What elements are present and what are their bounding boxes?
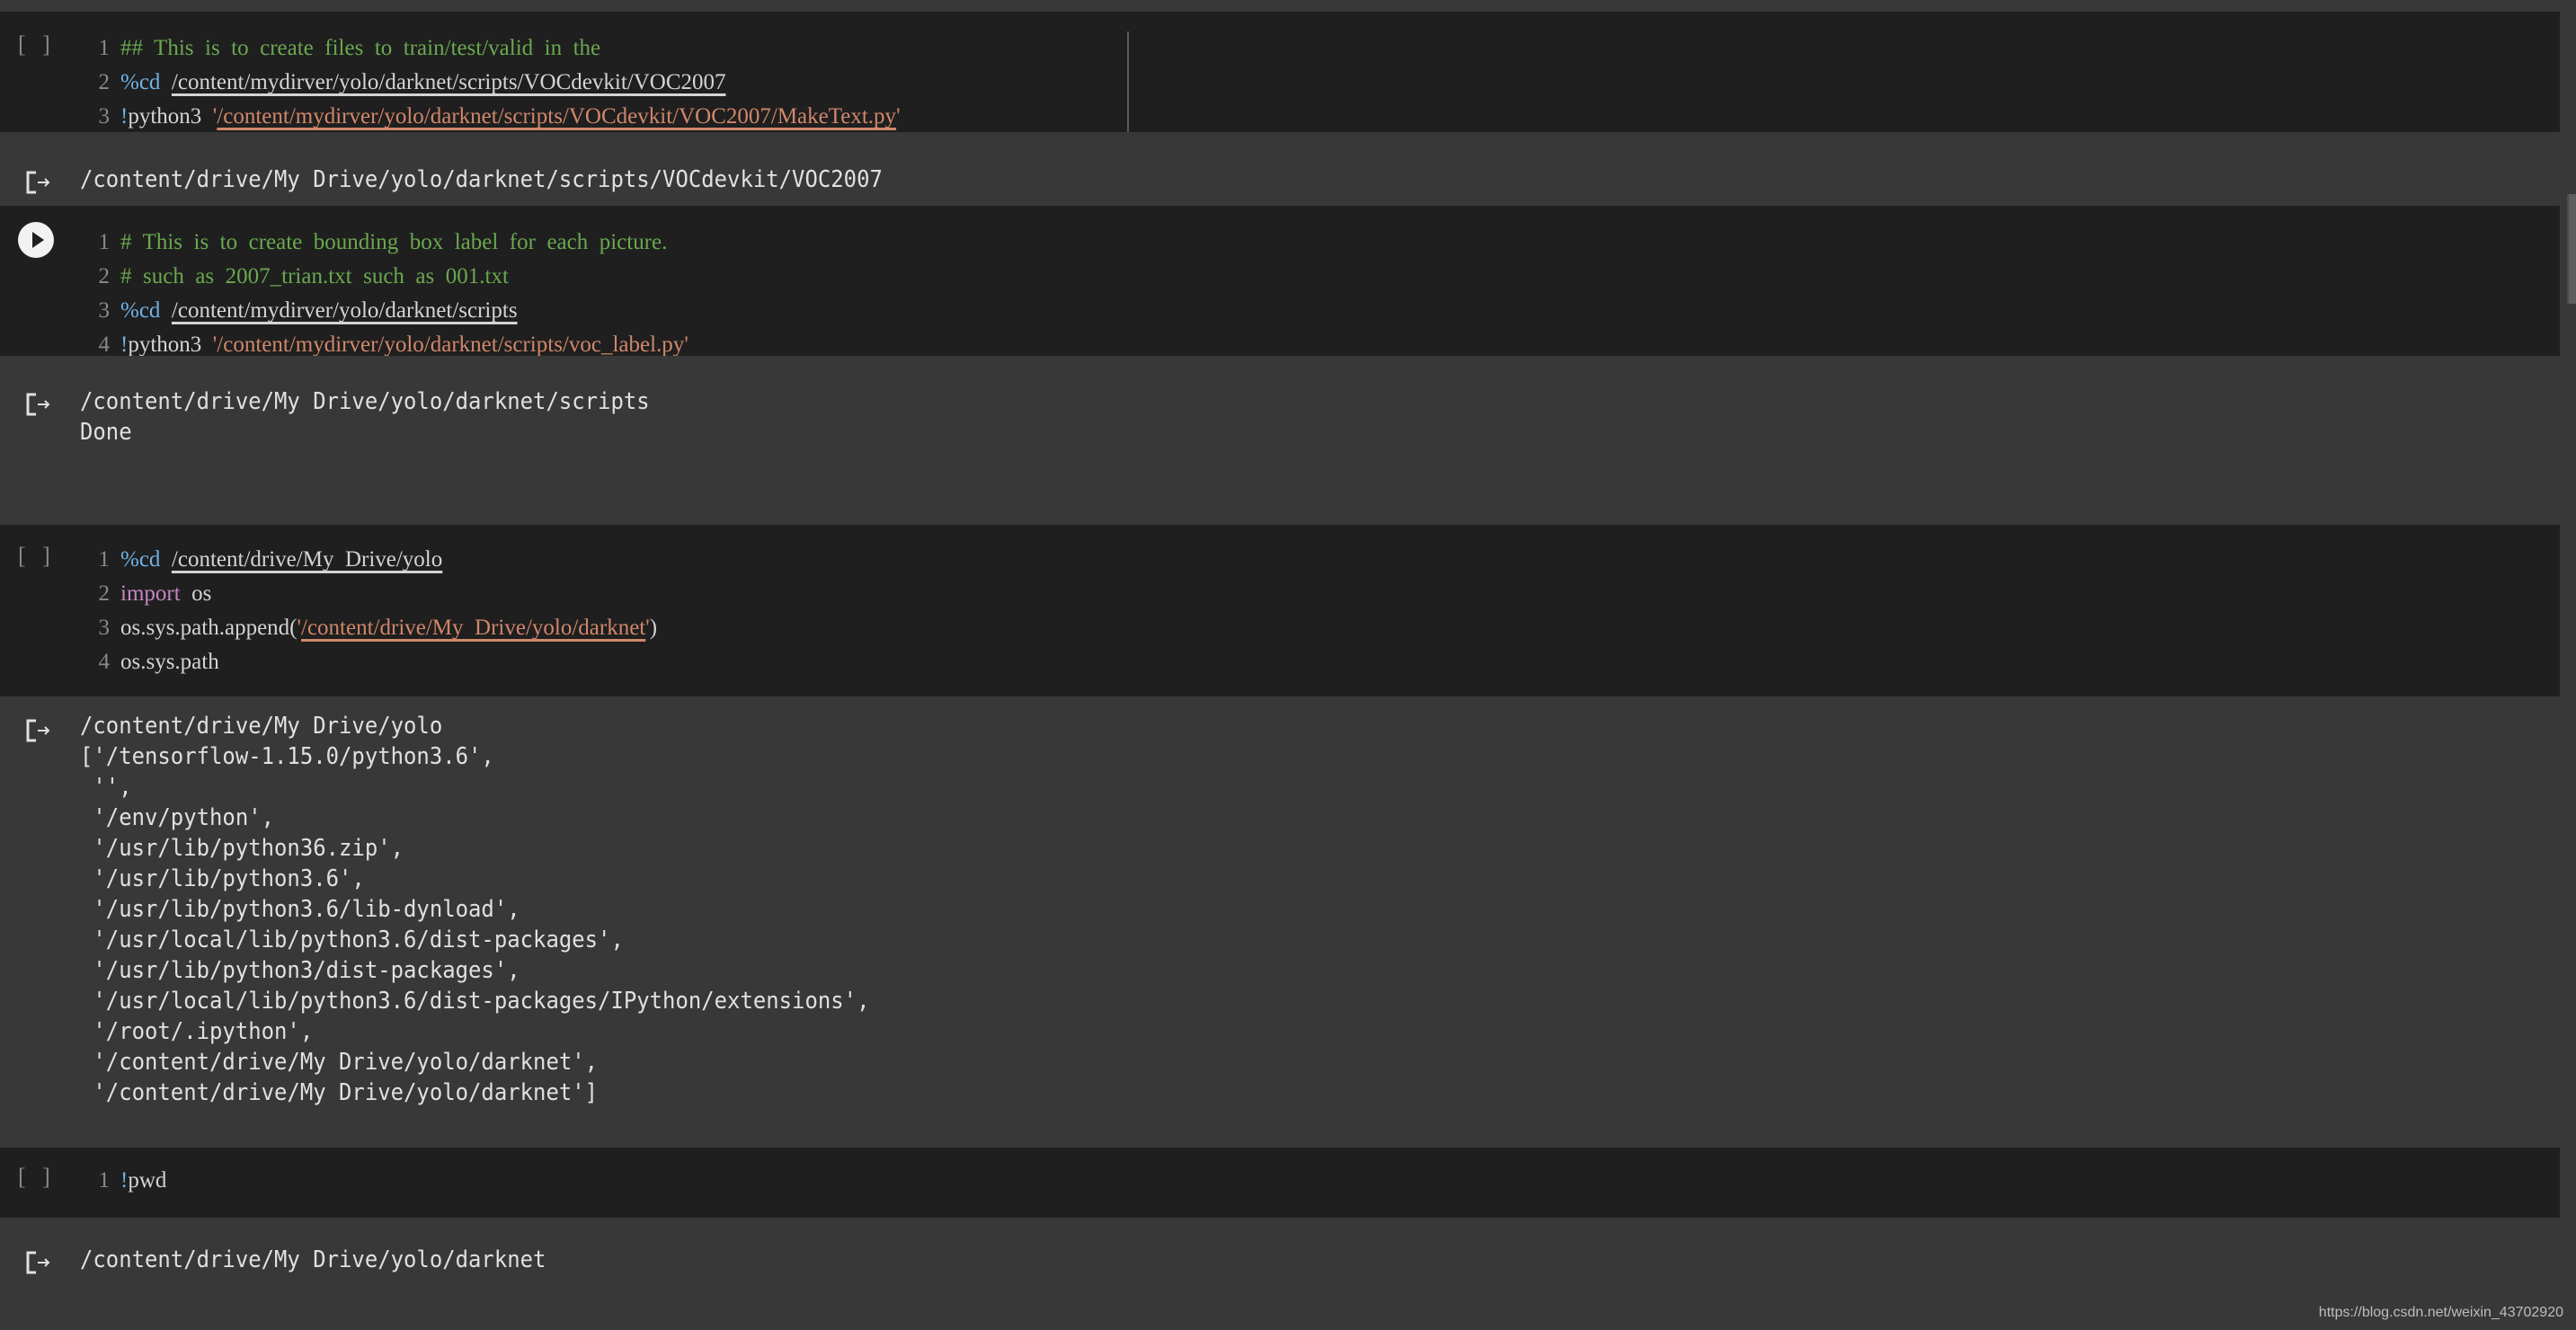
code-editor[interactable]: 1 !pwd [93, 1164, 167, 1198]
output-arrow-icon[interactable] [25, 1250, 52, 1275]
code-token: pwd [128, 1168, 167, 1193]
line-number: 3 [98, 298, 111, 323]
code-line[interactable]: 1 !pwd [93, 1164, 167, 1198]
code-token: %cd [120, 70, 161, 94]
path-link[interactable]: /content/mydirver/yolo/darknet/scripts/V… [172, 70, 726, 94]
code-line[interactable]: 2 %cd /content/mydirver/yolo/darknet/scri… [93, 66, 901, 100]
output-area: /content/drive/My Drive/yolo/darknet [0, 1218, 2560, 1330]
run-cell-button[interactable]: [ ] [18, 31, 56, 58]
code-token: %cd [120, 298, 161, 323]
code-editor[interactable]: 1 # This is to create bounding box label … [93, 226, 688, 362]
notebook-top-strip [0, 0, 2576, 12]
code-token: ) [649, 616, 658, 640]
code-token: # such as 2007_trian.txt such as 001.txt [120, 264, 509, 288]
code-editor[interactable]: 1 %cd /content/drive/My Drive/yolo 2 import… [93, 543, 658, 679]
code-token: os [180, 581, 212, 606]
path-link[interactable]: /content/drive/My Drive/yolo [172, 547, 442, 572]
line-number: 2 [98, 264, 111, 288]
output-line: /content/drive/My Drive/yolo/darknet [80, 1246, 546, 1273]
code-line[interactable]: 1 %cd /content/drive/My Drive/yolo [93, 543, 657, 577]
output-line: '/root/.ipython', [80, 1018, 314, 1045]
line-number: 1 [98, 1168, 111, 1193]
output-line: '', [80, 774, 132, 801]
code-line[interactable]: 3 !python3 '/content/mydirver/yolo/darkne… [93, 100, 901, 134]
code-line[interactable]: 2 import os [93, 577, 657, 611]
code-cell[interactable]: [ ] 1 ## This is to create files to train… [0, 12, 2560, 163]
run-cell-button[interactable]: [ ] [18, 1164, 56, 1191]
output-arrow-icon[interactable] [25, 718, 52, 743]
output-line: /content/drive/My Drive/yolo/darknet/scr… [80, 166, 883, 193]
output-line: '/content/drive/My Drive/yolo/darknet', [80, 1049, 599, 1076]
output-text: /content/drive/My Drive/yolo/darknet/scr… [80, 164, 883, 195]
code-line[interactable]: 2 # such as 2007_trian.txt such as 001.tx… [93, 260, 688, 294]
line-number: 1 [98, 547, 111, 572]
code-token: ## This is to create files to train/test… [120, 36, 601, 60]
line-number: 3 [98, 616, 111, 640]
code-token: %cd [120, 547, 161, 572]
line-number: 4 [98, 650, 111, 674]
code-editor[interactable]: 1 ## This is to create files to train/tes… [93, 31, 901, 134]
output-area: /content/drive/My Drive/yolo ['/tensorflo… [0, 696, 2560, 1148]
path-link[interactable]: /content/drive/My Drive/yolo/darknet [301, 616, 645, 640]
code-line[interactable]: 1 # This is to create bounding box label … [93, 226, 688, 260]
code-token: python3 [128, 332, 213, 357]
line-number: 2 [98, 581, 111, 606]
run-cell-button[interactable]: [ ] [18, 543, 56, 570]
path-link[interactable]: /content/mydirver/yolo/darknet/scripts/V… [217, 104, 896, 129]
code-token: ' [896, 104, 901, 129]
code-cell[interactable]: [ ] 1 !pwd [0, 1148, 2560, 1218]
code-cell[interactable]: [ ] 1 %cd /content/drive/My Drive/yolo 2 im… [0, 525, 2560, 696]
code-line[interactable]: 4 os.sys.path [93, 645, 657, 679]
line-number: 3 [98, 104, 111, 129]
output-line: '/content/drive/My Drive/yolo/darknet'] [80, 1079, 599, 1106]
play-icon[interactable] [18, 222, 54, 258]
output-line: /content/drive/My Drive/yolo/darknet/scr… [80, 388, 650, 415]
output-line: /content/drive/My Drive/yolo [80, 713, 443, 740]
code-line[interactable]: 1 ## This is to create files to train/tes… [93, 31, 901, 66]
output-line: '/usr/lib/python36.zip', [80, 835, 404, 862]
output-area: /content/drive/My Drive/yolo/darknet/scr… [0, 132, 2560, 206]
code-token: os.sys.path [120, 650, 219, 674]
code-token: import [120, 581, 181, 606]
output-arrow-icon[interactable] [25, 392, 52, 417]
code-token: # This is to create bounding box label f… [120, 230, 668, 254]
code-line[interactable]: 3 os.sys.path.append('/content/drive/My D… [93, 611, 658, 645]
output-arrow-icon[interactable] [25, 170, 52, 195]
code-cell[interactable]: 1 # This is to create bounding box label … [0, 206, 2560, 357]
output-line: '/usr/lib/python3.6', [80, 865, 365, 892]
line-number: 1 [98, 230, 111, 254]
line-number: 1 [98, 36, 111, 60]
output-text: /content/drive/My Drive/yolo ['/tensorflo… [80, 711, 869, 1108]
output-area: /content/drive/My Drive/yolo/darknet/scr… [0, 356, 2560, 456]
output-text: /content/drive/My Drive/yolo/darknet/scr… [80, 386, 650, 448]
output-line: ['/tensorflow-1.15.0/python3.6', [80, 743, 494, 770]
code-token: ' [684, 332, 688, 357]
output-line: '/env/python', [80, 804, 275, 831]
code-token: os.sys.path.append( [120, 616, 298, 640]
code-line[interactable]: 3 %cd /content/mydirver/yolo/darknet/scri… [93, 294, 688, 328]
output-line: Done [80, 419, 132, 446]
scrollbar-thumb[interactable] [2567, 194, 2576, 304]
line-number: 2 [98, 70, 111, 94]
output-line: '/usr/local/lib/python3.6/dist-packages'… [80, 927, 624, 953]
code-token: python3 [128, 104, 213, 129]
output-text: /content/drive/My Drive/yolo/darknet [80, 1245, 546, 1275]
output-line: '/usr/lib/python3.6/lib-dynload', [80, 896, 520, 923]
output-line: '/usr/local/lib/python3.6/dist-packages/… [80, 988, 870, 1015]
watermark: https://blog.csdn.net/weixin_43702920 [2318, 1305, 2563, 1320]
output-line: '/usr/lib/python3/dist-packages', [80, 957, 520, 984]
path-link[interactable]: /content/mydirver/yolo/darknet/scripts/v… [217, 332, 684, 357]
path-link[interactable]: /content/mydirver/yolo/darknet/scripts [172, 298, 518, 323]
